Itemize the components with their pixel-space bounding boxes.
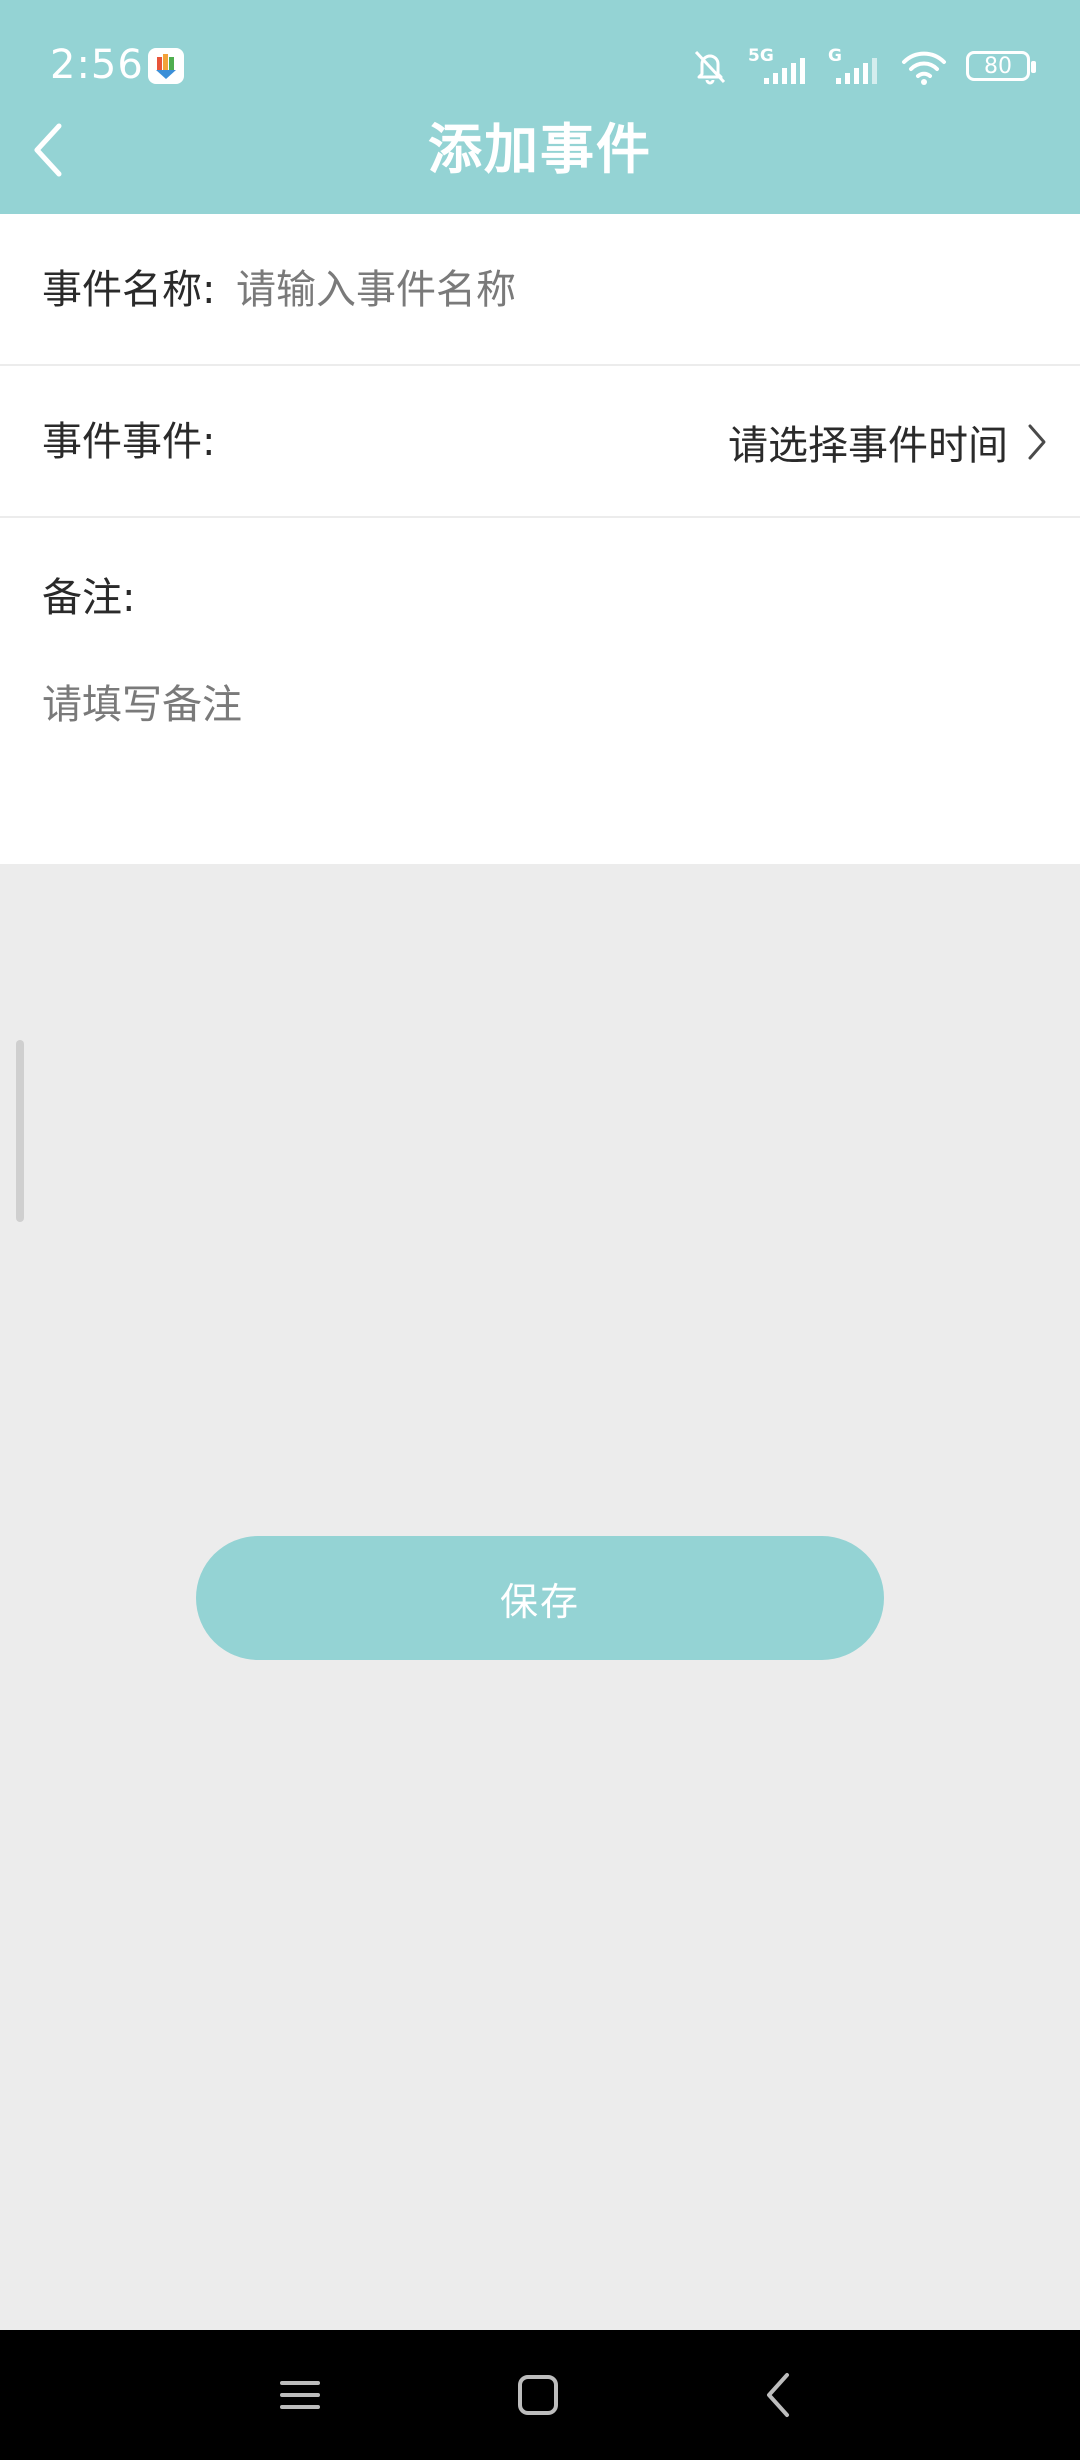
chevron-right-icon: [1028, 424, 1046, 460]
back-icon: [767, 2373, 789, 2417]
nav-home-button[interactable]: [498, 2355, 578, 2435]
signal-5g-icon: 5G: [748, 46, 810, 86]
header: 2:56 5G G 80 添加事件: [0, 0, 1080, 214]
battery-icon: 80: [966, 51, 1036, 81]
event-name-label: 事件名称:: [42, 267, 216, 313]
event-time-label: 事件事件:: [42, 419, 216, 465]
note-label: 备注:: [42, 575, 136, 621]
note-textarea[interactable]: [42, 672, 1038, 832]
bell-muted-icon: [690, 46, 730, 86]
save-button[interactable]: 保存: [196, 1536, 884, 1660]
event-time-row: 事件事件: 请选择事件时间: [0, 366, 1080, 518]
menu-icon: [280, 2381, 320, 2409]
nav-menu-button[interactable]: [260, 2355, 340, 2435]
navigation-bar: [0, 2330, 1080, 2460]
home-icon: [518, 2375, 558, 2415]
note-row: 备注:: [0, 518, 1080, 864]
status-icons: 5G G 80: [690, 46, 1036, 86]
battery-level: 80: [984, 53, 1012, 79]
event-time-picker[interactable]: 请选择事件时间: [728, 406, 1048, 478]
signal-g-label: G: [828, 46, 842, 66]
signal-5g-label: 5G: [748, 46, 774, 66]
event-name-row: 事件名称:: [0, 214, 1080, 366]
event-name-input[interactable]: [236, 258, 1016, 322]
status-time: 2:56: [50, 42, 144, 88]
event-form: 事件名称: 事件事件: 请选择事件时间 备注:: [0, 214, 1080, 864]
wifi-icon: [900, 46, 948, 86]
event-time-value: 请选择事件时间: [728, 423, 1008, 469]
scroll-indicator[interactable]: [16, 1040, 24, 1222]
nav-back-button[interactable]: [738, 2355, 818, 2435]
page-title: 添加事件: [428, 118, 652, 181]
signal-g-icon: G: [828, 46, 882, 86]
app-notification-icon: [148, 48, 184, 84]
